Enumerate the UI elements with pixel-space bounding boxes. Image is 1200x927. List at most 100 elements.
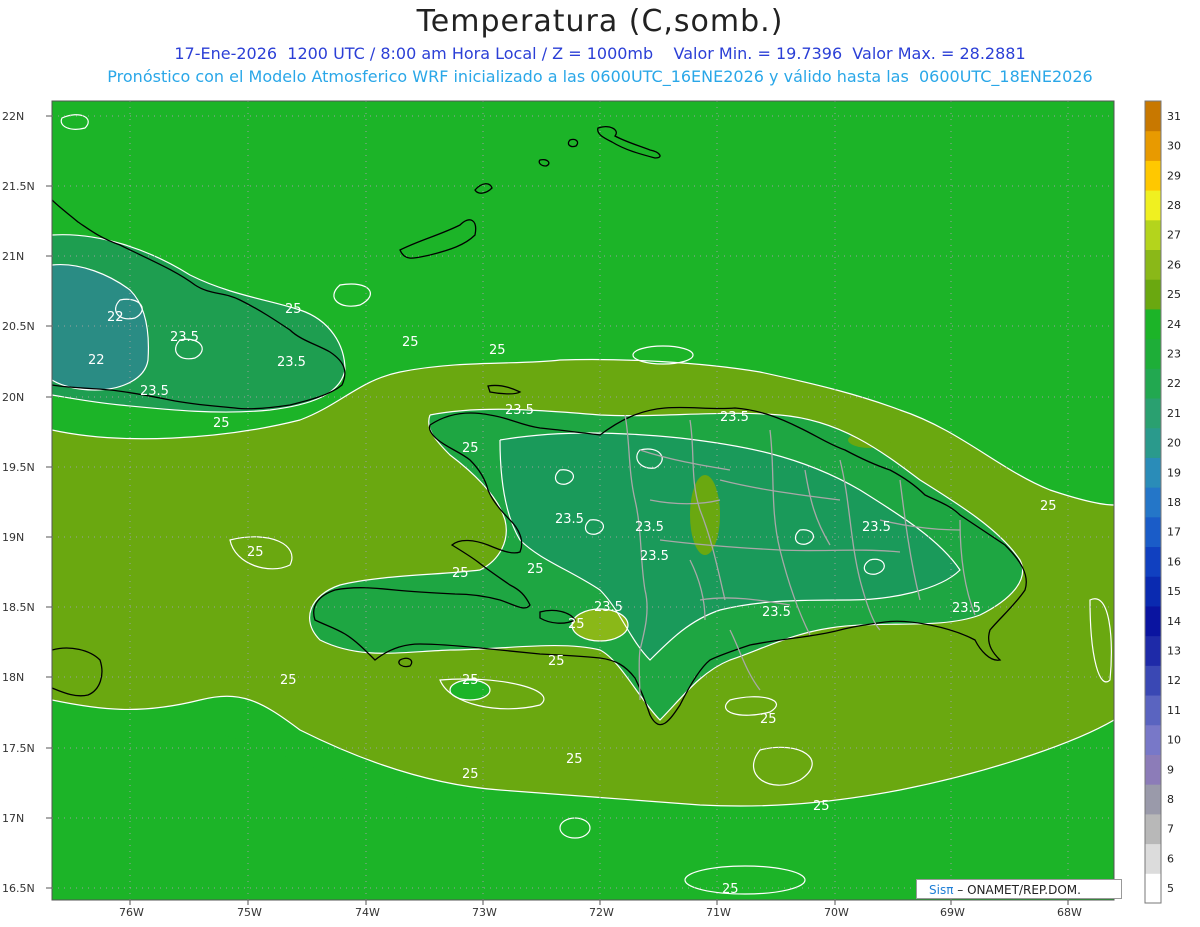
contour-label: 25	[566, 752, 583, 767]
colorbar-swatch	[1145, 279, 1161, 310]
colorbar-label: 13	[1167, 645, 1181, 658]
colorbar-swatch	[1145, 308, 1161, 340]
contour-label: 25	[280, 673, 297, 688]
colorbar-label: 25	[1167, 288, 1181, 301]
colorbar-swatch	[1145, 101, 1161, 132]
contour-label: 23.5	[555, 512, 584, 527]
lat-label: 17.5N	[2, 742, 35, 755]
colorbar-label: 5	[1167, 882, 1174, 895]
colorbar-label: 28	[1167, 199, 1181, 212]
brand-name: Sisπ	[929, 883, 954, 897]
lat-label: 18N	[2, 671, 24, 684]
contour-label: 23.5	[720, 410, 749, 425]
temperature-map: 25 25 25 25 22 23.5 22 23.5 23.5 25 23.5…	[2, 100, 1181, 919]
lat-label: 18.5N	[2, 601, 35, 614]
contour-label: 23.5	[862, 520, 891, 535]
colorbar-swatch	[1145, 843, 1161, 874]
colorbar-label: 21	[1167, 407, 1181, 420]
colorbar-label: 31	[1167, 110, 1181, 123]
colorbar-label: 7	[1167, 823, 1174, 836]
colorbar-label: 16	[1167, 555, 1181, 568]
colorbar-swatch	[1145, 130, 1161, 161]
contour-label: 25	[527, 562, 544, 577]
colorbar-label: 14	[1167, 615, 1181, 628]
colorbar-label: 27	[1167, 229, 1181, 242]
contour-label: 25	[402, 335, 419, 350]
colorbar: 5 6 7 8 9 10 11 12 13 14 15 16 17 18 19 20 21 22 23 24 25 26 2…	[1144, 100, 1181, 904]
colorbar-swatch	[1145, 724, 1161, 755]
lon-label: 76W	[119, 906, 144, 919]
lon-label: 68W	[1057, 906, 1082, 919]
colorbar-swatch	[1145, 576, 1161, 607]
credit-text: – ONAMET/REP.DOM.	[953, 883, 1081, 897]
colorbar-label: 18	[1167, 496, 1181, 509]
contour-label: 25	[462, 441, 479, 456]
contour-label: 23.5	[640, 549, 669, 564]
colorbar-swatch	[1145, 635, 1161, 666]
contour-label: 23.5	[635, 520, 664, 535]
colorbar-label: 10	[1167, 734, 1181, 747]
colorbar-label: 8	[1167, 793, 1174, 806]
colorbar-swatch	[1145, 219, 1161, 251]
lon-label: 73W	[472, 906, 497, 919]
colorbar-swatch	[1145, 665, 1161, 696]
contour-label: 23.5	[140, 384, 169, 399]
credit-box: Sisπ – ONAMET/REP.DOM.	[916, 879, 1122, 899]
contour-label: 23.5	[594, 600, 623, 615]
contour-label: 22	[107, 310, 124, 325]
colorbar-swatch	[1145, 784, 1161, 815]
contour-label: 25	[247, 545, 264, 560]
colorbar-swatch	[1145, 813, 1161, 845]
colorbar-label: 6	[1167, 852, 1174, 865]
contour-label: 25	[722, 882, 739, 897]
lat-label: 20N	[2, 391, 24, 404]
lat-label: 21N	[2, 250, 24, 263]
contour-label: 25	[452, 566, 469, 581]
colorbar-swatch	[1145, 605, 1161, 637]
contour-label: 25	[568, 617, 585, 632]
colorbar-swatch	[1145, 457, 1161, 488]
lon-label: 74W	[355, 906, 380, 919]
colorbar-label: 23	[1167, 347, 1181, 360]
contour-label: 25	[462, 673, 479, 688]
longitude-labels: 76W 75W 74W 73W 72W 71W 70W 69W 68W	[119, 906, 1082, 919]
contour-label: 25	[813, 799, 830, 814]
contour-label: 25	[462, 767, 479, 782]
colorbar-swatch	[1145, 695, 1161, 726]
lon-label: 70W	[824, 906, 849, 919]
colorbar-swatch	[1145, 160, 1161, 191]
lat-label: 16.5N	[2, 882, 35, 895]
colorbar-swatch	[1145, 516, 1161, 548]
colorbar-swatch	[1145, 873, 1161, 904]
colorbar-label: 24	[1167, 318, 1181, 331]
colorbar-swatch	[1145, 338, 1161, 369]
lat-ticks	[46, 115, 52, 889]
colorbar-label: 15	[1167, 585, 1181, 598]
lat-label: 21.5N	[2, 180, 35, 193]
colorbar-swatch	[1145, 398, 1161, 429]
colorbar-label: 11	[1167, 704, 1181, 717]
lat-label: 19.5N	[2, 461, 35, 474]
contour-label: 25	[285, 302, 302, 317]
colorbar-label: 9	[1167, 763, 1174, 776]
contour-label: 23.5	[762, 605, 791, 620]
contour-label: 25	[213, 416, 230, 431]
colorbar-swatch	[1145, 754, 1161, 785]
colorbar-label: 30	[1167, 140, 1181, 153]
colorbar-label: 20	[1167, 437, 1181, 450]
latitude-labels: 22N 21.5N 21N 20.5N 20N 19.5N 19N 18.5N …	[2, 110, 35, 895]
contour-label: 23.5	[952, 601, 981, 616]
contour-label: 25	[1040, 499, 1057, 514]
contour-label: 25	[548, 654, 565, 669]
lon-label: 72W	[589, 906, 614, 919]
contour-label: 22	[88, 353, 105, 368]
lon-label: 75W	[237, 906, 262, 919]
lat-label: 19N	[2, 531, 24, 544]
colorbar-label: 19	[1167, 466, 1181, 479]
colorbar-label: 22	[1167, 377, 1181, 390]
plot-area: 25 25 25 25 22 23.5 22 23.5 23.5 25 23.5…	[52, 101, 1114, 900]
contour-label: 25	[489, 343, 506, 358]
colorbar-label: 26	[1167, 258, 1181, 271]
colorbar-swatch	[1145, 190, 1161, 221]
colorbar-swatch	[1145, 368, 1161, 399]
